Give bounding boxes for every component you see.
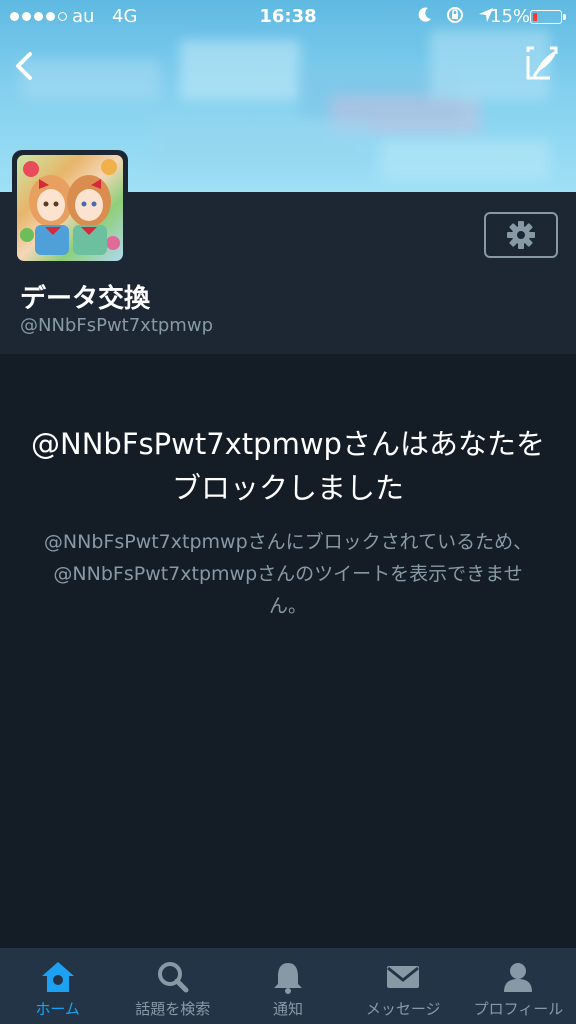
back-arrow-icon[interactable] bbox=[8, 48, 40, 84]
tab-label: メッセージ bbox=[365, 1000, 441, 1018]
tab-label: ホーム bbox=[35, 1000, 80, 1018]
tab-home[interactable]: ホーム bbox=[0, 948, 115, 1024]
tab-notifications[interactable]: 通知 bbox=[230, 948, 345, 1024]
gear-icon bbox=[507, 221, 535, 249]
display-name: データ交換 bbox=[20, 284, 151, 314]
moon-icon bbox=[418, 7, 431, 22]
compose-tweet-icon[interactable] bbox=[524, 46, 560, 82]
user-handle: @NNbFsPwt7xtpmwp bbox=[20, 315, 213, 336]
rotation-lock-icon bbox=[447, 7, 463, 23]
home-icon bbox=[41, 962, 74, 992]
tab-messages[interactable]: メッセージ bbox=[346, 948, 461, 1024]
status-bar: au 4G 16:38 15% bbox=[0, 0, 576, 34]
tab-label: 通知 bbox=[273, 1000, 304, 1018]
blocked-description: @NNbFsPwt7xtpmwpさんにブロックされているため、@NNbFsPwt… bbox=[43, 531, 533, 617]
search-icon bbox=[157, 962, 189, 993]
tab-search[interactable]: 話題を検索 bbox=[115, 948, 230, 1024]
battery-icon bbox=[530, 10, 566, 24]
tab-label: プロフィール bbox=[473, 1000, 564, 1018]
envelope-icon bbox=[387, 966, 420, 988]
settings-button[interactable] bbox=[484, 212, 558, 258]
tab-label: 話題を検索 bbox=[135, 1000, 211, 1018]
tab-bar: ホーム 話題を検索 通知 メッセージ プロフィール bbox=[0, 948, 576, 1024]
avatar[interactable] bbox=[12, 150, 128, 266]
blocked-title: @NNbFsPwt7xtpmwpさんはあなたをブロックしました bbox=[31, 427, 545, 505]
battery-percent: 15% bbox=[490, 6, 531, 27]
person-icon bbox=[504, 963, 533, 992]
avatar-image bbox=[17, 155, 123, 261]
bell-icon bbox=[274, 963, 302, 994]
tab-profile[interactable]: プロフィール bbox=[461, 948, 576, 1024]
